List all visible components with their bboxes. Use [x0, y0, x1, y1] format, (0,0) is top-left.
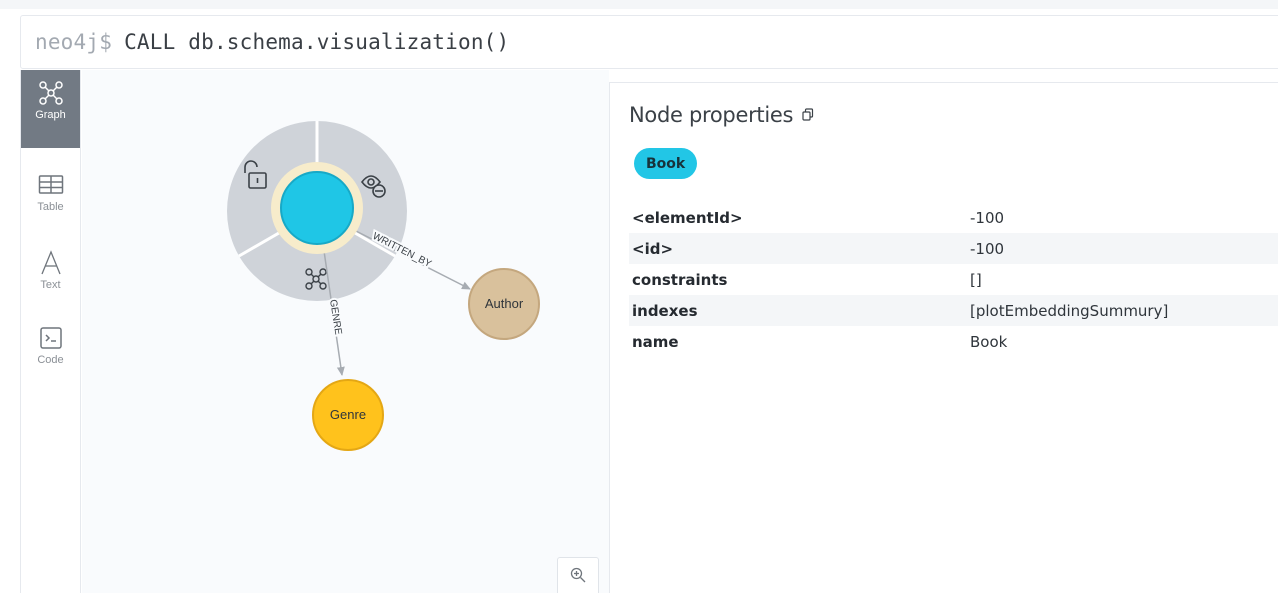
property-value: -100: [970, 208, 1005, 227]
label-chip-book[interactable]: Book: [634, 148, 698, 179]
nav-item-graph[interactable]: Graph: [21, 70, 80, 148]
nav-label-table: Table: [37, 201, 64, 213]
property-key: indexes: [632, 301, 698, 320]
property-key: <elementId>: [632, 208, 743, 227]
property-row: <id> -100: [629, 233, 1278, 264]
property-row: <elementId> -100: [629, 202, 1278, 233]
node-author[interactable]: Author: [468, 268, 540, 340]
property-value: [plotEmbeddingSummury]: [970, 301, 1169, 320]
property-row: constraints []: [629, 264, 1278, 295]
top-strip: [0, 0, 1278, 9]
nav-label-graph: Graph: [35, 109, 66, 121]
property-row: indexes [plotEmbeddingSummury]: [629, 295, 1278, 326]
copy-icon[interactable]: [801, 108, 815, 122]
node-genre[interactable]: Genre: [312, 379, 384, 451]
properties-table: <elementId> -100 <id> -100 constraints […: [629, 202, 1278, 357]
relationship-label-genre: GENRE: [327, 299, 343, 336]
panel-title-text: Node properties: [629, 103, 794, 127]
text-icon: [36, 248, 66, 278]
property-key: constraints: [632, 270, 728, 289]
property-value: Book: [970, 332, 1008, 351]
code-icon: [36, 323, 66, 353]
table-icon: [36, 170, 66, 200]
nav-item-table[interactable]: Table: [21, 162, 80, 240]
node-book[interactable]: [271, 162, 363, 254]
node-label-genre: Genre: [330, 407, 366, 422]
command-bar[interactable]: neo4j$ CALL db.schema.visualization(): [20, 15, 1278, 69]
nav-label-code: Code: [37, 354, 64, 366]
view-switcher: Graph Table Text Code: [21, 70, 81, 593]
zoom-in-button[interactable]: [557, 557, 599, 593]
property-key: <id>: [632, 239, 674, 258]
node-properties-panel: Node properties Book <elementId> -100 <i…: [609, 82, 1278, 593]
nav-label-text: Text: [40, 279, 61, 291]
property-value: []: [970, 270, 982, 289]
property-row: name Book: [629, 326, 1278, 357]
graph-icon: [36, 78, 66, 108]
nav-item-text[interactable]: Text: [21, 240, 80, 318]
graph-canvas[interactable]: WRITTEN_BY GENRE Author Genre: [82, 70, 609, 593]
nav-item-code[interactable]: Code: [21, 315, 80, 393]
property-value: -100: [970, 239, 1005, 258]
panel-title: Node properties: [629, 103, 815, 127]
command-prompt: neo4j$: [35, 30, 113, 54]
property-key: name: [632, 332, 679, 351]
zoom-in-icon: [570, 567, 586, 588]
command-text[interactable]: CALL db.schema.visualization(): [124, 30, 509, 54]
node-label-author: Author: [485, 296, 524, 311]
